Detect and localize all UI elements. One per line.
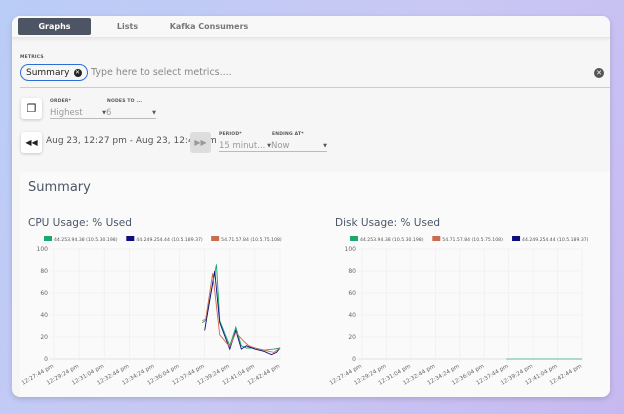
- series-line: [202, 273, 281, 353]
- legend-swatch: [44, 236, 52, 241]
- legend-label: 44.249.254.44 (10.5.189.37): [136, 237, 203, 243]
- order-value: Highest: [50, 107, 83, 118]
- metric-chip-summary[interactable]: Summary ✕: [20, 64, 88, 81]
- tab-lists[interactable]: Lists: [91, 18, 164, 35]
- legend-swatch: [126, 236, 135, 241]
- y-tick-label: 20: [348, 334, 356, 341]
- metrics-underline: [20, 87, 610, 88]
- summary-panel: Summary CPU Usage: % Used Disk Usage: % …: [20, 172, 610, 397]
- tab-kafka-consumers[interactable]: Kafka Consumers: [164, 18, 254, 35]
- legend-swatch: [211, 236, 220, 241]
- y-tick-label: 100: [345, 246, 357, 253]
- y-tick-label: 80: [40, 268, 48, 275]
- ending-label: ENDING AT*: [272, 132, 304, 137]
- cpu-chart: 44.253.94.38 (10.5.30.198) 44.249.254.44 …: [21, 236, 282, 387]
- metrics-label: METRICS: [20, 55, 44, 60]
- y-tick-label: 0: [44, 356, 48, 363]
- metrics-input[interactable]: Type here to select metrics....: [91, 67, 232, 78]
- y-tick-label: 60: [348, 290, 356, 297]
- legend-label: 44.253.94.38 (10.5.30.198): [54, 237, 118, 243]
- legend-swatch: [512, 236, 521, 241]
- order-select[interactable]: Highest ▼: [50, 107, 106, 119]
- y-tick-label: 40: [348, 312, 356, 319]
- legend-label: 44.249.254.44 (10.5.189.37): [522, 237, 589, 243]
- rewind-button[interactable]: ◀◀: [21, 132, 42, 153]
- period-select[interactable]: 15 minut... ▼: [219, 140, 271, 152]
- app-window: Graphs Lists Kafka Consumers METRICS Sum…: [12, 16, 610, 397]
- order-label: ORDER*: [50, 99, 72, 104]
- ending-value: Now: [271, 140, 290, 151]
- y-tick-label: 100: [37, 246, 49, 253]
- disk-chart-title: Disk Usage: % Used: [335, 217, 441, 229]
- y-tick-label: 40: [40, 312, 48, 319]
- series-line: [204, 270, 281, 356]
- legend-label: 54.71.57.84 (10.5.75.108): [221, 237, 282, 243]
- tab-graphs[interactable]: Graphs: [18, 18, 91, 35]
- ending-select[interactable]: Now ▼: [271, 140, 327, 152]
- period-label: PERIOD*: [219, 132, 242, 137]
- section-title: Summary: [28, 180, 91, 195]
- fast-forward-icon: ▶▶: [194, 138, 207, 147]
- chip-remove-icon[interactable]: ✕: [73, 68, 82, 77]
- disk-chart: 44.253.94.38 (10.5.30.198) 54.71.57.84 (1…: [329, 236, 589, 387]
- nodes-select[interactable]: 6 ▼: [106, 107, 156, 119]
- rewind-icon: ◀◀: [25, 138, 38, 147]
- chevron-down-icon: ▼: [152, 109, 156, 116]
- forward-button[interactable]: ▶▶: [190, 132, 211, 153]
- y-tick-label: 60: [40, 290, 48, 297]
- legend-label: 44.253.94.38 (10.5.30.198): [360, 237, 424, 243]
- cpu-chart-title: CPU Usage: % Used: [28, 217, 132, 229]
- y-tick-label: 0: [352, 356, 356, 363]
- y-tick-label: 80: [348, 268, 356, 275]
- nodes-value: 6: [106, 107, 112, 118]
- y-tick-label: 20: [40, 334, 48, 341]
- legend-label: 54.71.57.84 (10.5.75.108): [442, 237, 503, 243]
- tab-bar: Graphs Lists Kafka Consumers: [12, 16, 610, 38]
- nodes-label: NODES TO ...: [107, 99, 143, 104]
- copy-button[interactable]: ❐: [21, 98, 42, 119]
- chevron-down-icon: ▼: [323, 142, 327, 149]
- period-value: 15 minut...: [219, 140, 266, 151]
- copy-icon: ❐: [26, 102, 37, 115]
- legend-swatch: [350, 236, 358, 241]
- clear-icon[interactable]: ✕: [594, 68, 604, 78]
- chip-label: Summary: [26, 67, 70, 78]
- legend-swatch: [432, 236, 441, 241]
